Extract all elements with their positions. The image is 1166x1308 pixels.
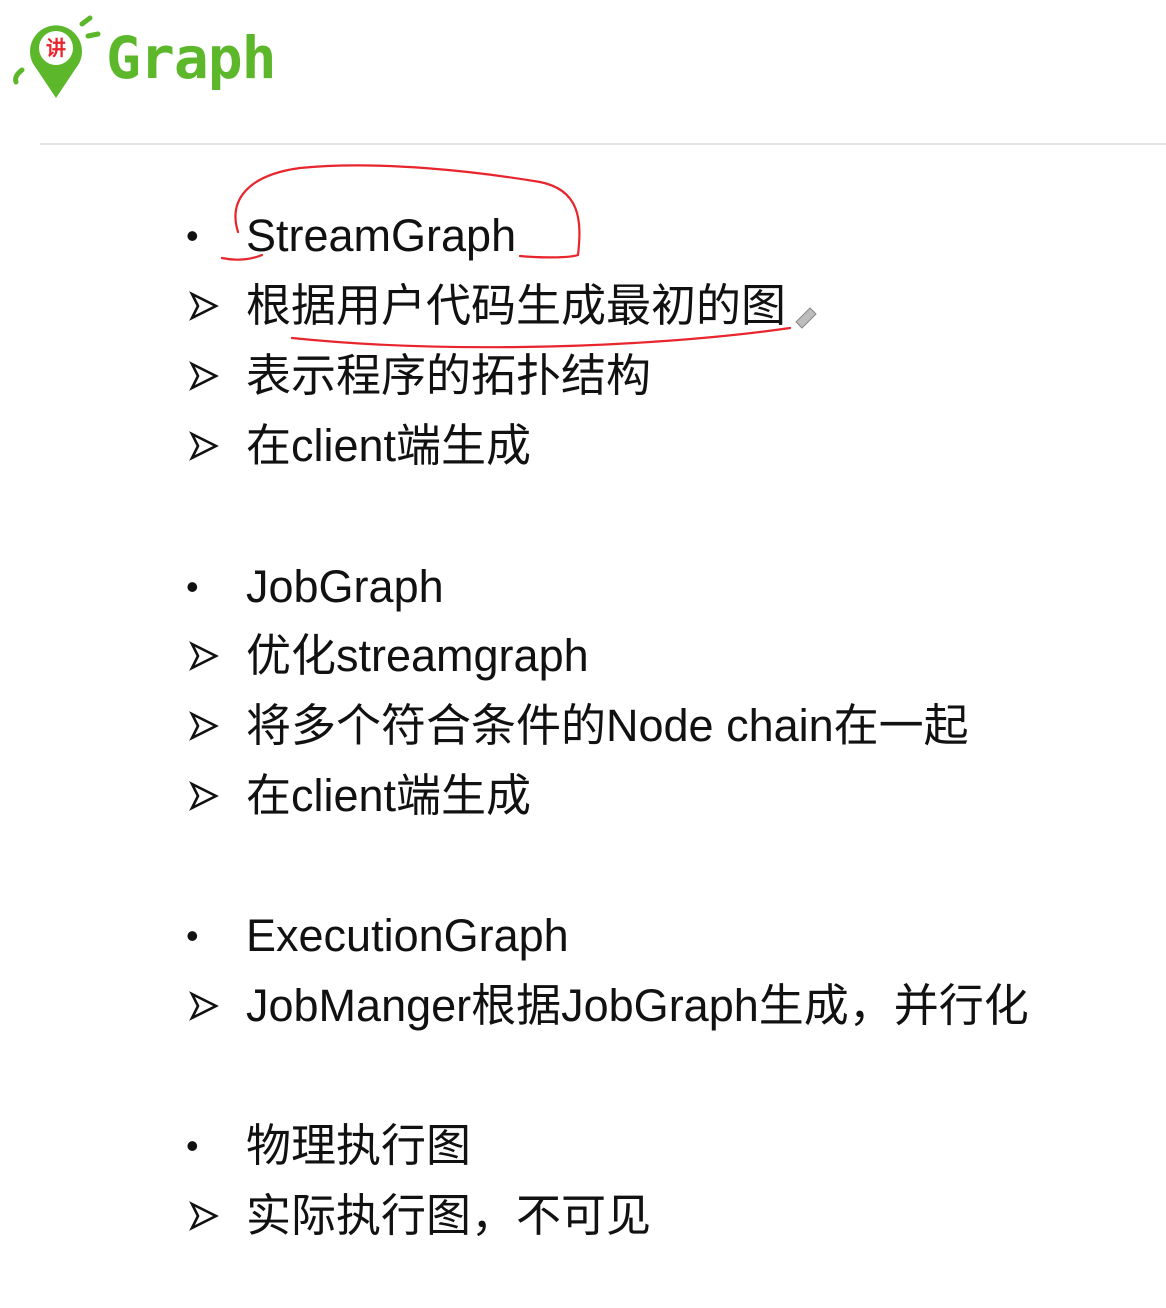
cursor-pen-icon <box>795 307 817 329</box>
list-item: 在client端生成 <box>180 764 531 828</box>
section-heading-streamgraph: • StreamGraph <box>180 204 516 268</box>
arrow-bullet-icon <box>180 710 246 742</box>
arrow-bullet-icon <box>180 290 246 322</box>
bullet-dot: • <box>186 215 199 256</box>
arrow-bullet-icon <box>180 780 246 812</box>
item-text: 根据用户代码生成最初的图 <box>246 280 787 331</box>
arrow-bullet-icon <box>180 640 246 672</box>
arrow-bullet-icon <box>180 1200 246 1232</box>
logo-char: 讲 <box>46 36 66 60</box>
list-item: 实际执行图，不可见 <box>180 1184 651 1248</box>
item-text: 将多个符合条件的Node chain在一起 <box>246 700 969 751</box>
heading-text: StreamGraph <box>246 210 517 261</box>
arrow-bullet-icon <box>180 360 246 392</box>
arrow-bullet-icon <box>180 430 246 462</box>
arrow-bullet-icon <box>180 990 246 1022</box>
item-text: 在client端生成 <box>246 420 532 471</box>
slide: 讲 Graph • StreamGraph 根据用户代码生成最初的图 表示程序的… <box>0 0 1166 1308</box>
list-item: 将多个符合条件的Node chain在一起 <box>180 694 969 758</box>
logo-pin-icon: 讲 <box>13 15 101 98</box>
list-item: 根据用户代码生成最初的图 <box>180 274 786 338</box>
list-item: 在client端生成 <box>180 414 531 478</box>
item-text: JobManger根据JobGraph生成，并行化 <box>246 980 1029 1031</box>
list-item: 优化streamgraph <box>180 624 589 688</box>
item-text: 实际执行图，不可见 <box>246 1190 652 1241</box>
page-title: Graph <box>106 24 277 92</box>
heading-text: JobGraph <box>246 561 444 612</box>
bullet-dot: • <box>186 1125 199 1166</box>
list-item: 表示程序的拓扑结构 <box>180 344 651 408</box>
header-divider <box>40 143 1166 145</box>
item-text: 表示程序的拓扑结构 <box>246 350 652 401</box>
section-heading-physical: • 物理执行图 <box>180 1114 471 1178</box>
section-heading-jobgraph: • JobGraph <box>180 555 444 619</box>
bullet-dot: • <box>186 566 199 607</box>
heading-text: 物理执行图 <box>246 1120 472 1171</box>
item-text: 优化streamgraph <box>246 630 589 681</box>
bullet-dot: • <box>186 915 199 956</box>
heading-text: ExecutionGraph <box>246 910 569 961</box>
section-heading-executiongraph: • ExecutionGraph <box>180 904 569 968</box>
header: 讲 Graph <box>8 8 277 108</box>
item-text: 在client端生成 <box>246 770 532 821</box>
list-item: JobManger根据JobGraph生成，并行化 <box>180 974 1029 1038</box>
